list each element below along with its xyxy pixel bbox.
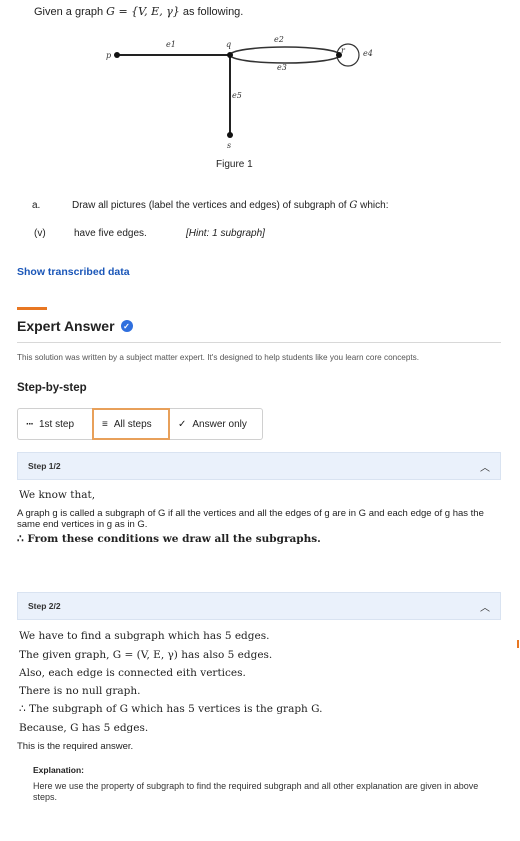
step-2-line-4: There is no null graph. [19, 685, 141, 697]
hint-text: [Hint: 1 subgraph] [186, 228, 265, 239]
dots-icon: ··· [26, 418, 34, 430]
verified-badge-icon: ✓ [120, 320, 133, 332]
step-1-line-2: A graph g is called a subgraph of G if a… [17, 508, 484, 530]
part-v-label: (v) [34, 228, 46, 239]
vertex-label-p: p [106, 51, 111, 60]
edge-label-e3: e3 [277, 63, 287, 72]
edge-label-e5: e5 [232, 91, 242, 100]
step-2-line-7: This is the required answer. [17, 741, 134, 752]
step-view-tabs: ··· 1st step ≡ All steps ✓ Answer only [17, 408, 263, 440]
vertex-q [227, 52, 233, 58]
part-a-text: Draw all pictures (label the vertices an… [72, 200, 389, 211]
chevron-up-icon: ︿ [480, 603, 490, 614]
vertex-s [227, 132, 233, 138]
step-2-line-5: ∴ The subgraph of G which has 5 vertices… [19, 703, 323, 715]
graph-figure: p q r s e1 e2 e3 e4 e5 [106, 35, 373, 150]
tab-all-steps[interactable]: ≡ All steps [92, 408, 170, 440]
show-transcribed-link[interactable]: Show transcribed data [17, 266, 130, 278]
tab-first-step[interactable]: ··· 1st step [17, 408, 92, 440]
vertex-label-r: r [341, 46, 346, 55]
step-2-line-1: We have to find a subgraph which has 5 e… [19, 630, 270, 642]
step-1-header[interactable]: Step 1/2 ︿ [17, 452, 501, 480]
list-icon: ≡ [102, 418, 108, 430]
expert-answer-heading: Expert Answer ✓ [17, 318, 133, 334]
edge-label-e1: e1 [166, 40, 176, 49]
explanation-text: Here we use the property of subgraph to … [33, 781, 479, 802]
step-1-line-3: ∴ From these conditions we draw all the … [17, 533, 321, 545]
scroll-edge-marker [517, 640, 519, 648]
part-v-text: have five edges. [74, 228, 147, 239]
step-2-line-6: Because, G has 5 edges. [19, 722, 149, 734]
solution-note: This solution was written by a subject m… [17, 353, 420, 362]
part-a-label: a. [32, 200, 41, 211]
check-icon: ✓ [178, 418, 187, 430]
figure-caption: Figure 1 [216, 159, 253, 170]
step-2-line-3: Also, each edge is connected eith vertic… [19, 667, 246, 679]
vertex-label-s: s [227, 141, 231, 150]
steps-heading: Step-by-step [17, 382, 87, 394]
step-2-line-2: The given graph, G = (V, E, γ) has also … [19, 649, 273, 661]
divider [17, 342, 501, 343]
step-1-line-1: We know that, [19, 489, 96, 501]
accent-bar [17, 307, 47, 310]
edge-label-e2: e2 [274, 35, 284, 44]
question-title: Given a graph G = {V, E, γ} as following… [34, 5, 244, 18]
chevron-up-icon: ︿ [480, 463, 490, 474]
explanation-heading: Explanation: [33, 765, 85, 775]
tab-answer-only[interactable]: ✓ Answer only [170, 408, 263, 440]
edge-e2-e3 [229, 46, 341, 64]
vertex-p [114, 52, 120, 58]
edge-label-e4: e4 [363, 49, 373, 58]
vertex-label-q: q [226, 40, 231, 49]
step-2-header[interactable]: Step 2/2 ︿ [17, 592, 501, 620]
